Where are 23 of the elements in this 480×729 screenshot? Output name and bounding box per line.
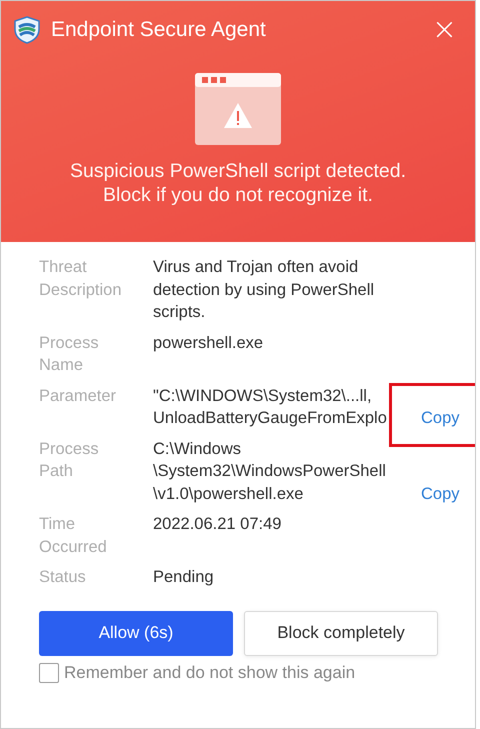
field-value: Virus and Trojan often avoid detection by using PowerShell scripts. <box>153 257 376 323</box>
field-value: Pending <box>153 567 215 588</box>
browser-warning-icon <box>195 73 281 145</box>
checkbox[interactable] <box>39 662 59 682</box>
checkbox-label[interactable]: Remember and do not show this again <box>64 662 356 682</box>
allow-button[interactable]: Allow (6s) <box>39 610 233 656</box>
alert-message: Suspicious PowerShell script detected. Block if you do not recognize it. <box>70 159 406 207</box>
field-value: powershell.exe <box>153 332 264 354</box>
field-label: Threat Description <box>39 257 123 300</box>
close-button[interactable]: × <box>426 15 463 45</box>
field-value: 2022.06.21 07:49 <box>153 514 282 535</box>
window-title: Endpoint Secure Agent <box>51 18 267 42</box>
field-label: Status <box>39 567 87 588</box>
field-value: C:\Windows \System32\WindowsPowerShell \v1.0\powershell.exe <box>153 438 387 504</box>
copy-link[interactable]: Copy <box>421 484 460 502</box>
block-button[interactable]: Block completely <box>244 610 438 656</box>
field-label: Process Name <box>39 332 100 376</box>
copy-link[interactable]: Copy <box>421 409 460 427</box>
field-value: "C:\WINDOWS\System32\...ll, UnloadBatteryGaugeFromExplo <box>153 386 388 429</box>
field-label: Process Path <box>39 438 100 482</box>
shield-icon <box>14 16 40 44</box>
field-label: Parameter <box>39 386 118 406</box>
field-label: Time Occurred <box>39 514 108 558</box>
